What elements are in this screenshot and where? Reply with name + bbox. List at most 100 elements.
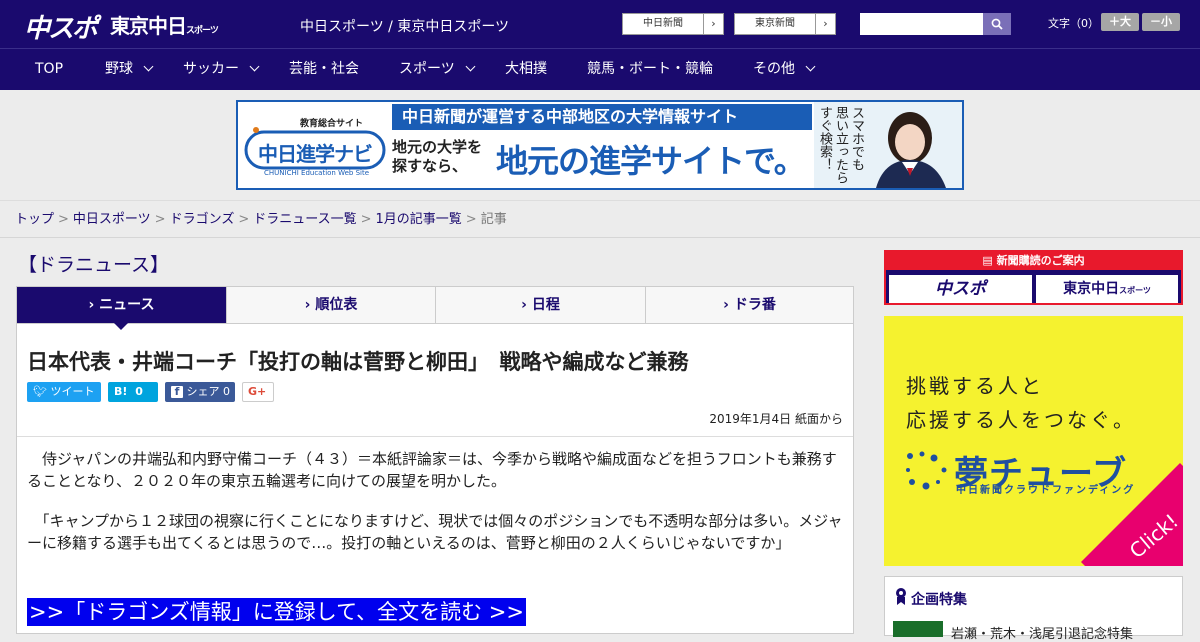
top-header: 中スポ 東京中日スポーツ 中日スポーツ / 東京中日スポーツ 中日新聞 › 東京… xyxy=(0,0,1200,48)
breadcrumb: トップ > 中日スポーツ > ドラゴンズ > ドラニュース一覧 >1月の記事一覧 > 記事 xyxy=(0,200,1200,238)
article-headline: 日本代表・井端コーチ「投打の軸は菅野と柳田」 戦略や編成など兼務 xyxy=(27,350,689,374)
chunichi-shimbun-link[interactable]: 中日新聞 › xyxy=(622,13,724,35)
breadcrumb-dora-news-list[interactable]: ドラニュース一覧 xyxy=(253,212,356,227)
tab-standings[interactable]: › 順位表 xyxy=(227,287,436,323)
banner-sub-2: 探すなら、 xyxy=(392,157,468,175)
nav-other-label: その他 xyxy=(753,61,795,77)
chevron-right-icon: › xyxy=(815,14,835,34)
breadcrumb-january-list[interactable]: 1月の記事一覧 xyxy=(376,212,462,227)
special-feature-item[interactable]: 岩瀬・荒木・浅尾引退記念特集 xyxy=(951,623,1133,642)
hatena-icon: B! xyxy=(114,385,128,398)
breadcrumb-current: 記事 xyxy=(480,212,507,227)
nav-racing[interactable]: 競馬・ボート・競輪 xyxy=(587,49,713,91)
banner-logo-main: 中日進学ナビ xyxy=(258,142,373,166)
section-title: 【ドラニュース】 xyxy=(18,254,170,276)
search-input[interactable] xyxy=(860,13,983,35)
shingaku-navi-logo: 教育総合サイト 中日進学ナビ CHUNICHI Education Web Si… xyxy=(242,108,388,184)
nav-soccer[interactable]: サッカー xyxy=(183,49,260,91)
breadcrumb-chuspo[interactable]: 中日スポーツ xyxy=(73,212,151,227)
facebook-share-label: シェア xyxy=(186,385,220,398)
tokyo-shimbun-label: 東京新聞 xyxy=(755,18,795,29)
nav-baseball[interactable]: 野球 xyxy=(105,49,154,91)
tab-schedule-label: 日程 xyxy=(531,297,560,313)
banner-main: 地元の進学サイトで。 xyxy=(496,142,806,180)
chevron-down-icon xyxy=(143,61,154,72)
tab-schedule[interactable]: › 日程 xyxy=(436,287,646,323)
site-names: 中日スポーツ / 東京中日スポーツ xyxy=(300,19,510,35)
ad-line-2: 応援する人をつなぐ。 xyxy=(906,408,1136,432)
nav-baseball-label: 野球 xyxy=(105,61,133,77)
ad-brand-sub: 中日新聞クラウドファンディング xyxy=(956,485,1136,496)
chevron-down-icon xyxy=(249,61,260,72)
subscription-box[interactable]: ▤ 新聞購読のご案内 中スポ 東京中日スポーツ xyxy=(884,250,1183,305)
section-tabs: › ニュース › 順位表 › 日程 › ドラ番 xyxy=(16,286,854,324)
breadcrumb-top[interactable]: トップ xyxy=(15,212,54,227)
nav-sumo-label: 大相撲 xyxy=(505,61,547,77)
nav-sumo[interactable]: 大相撲 xyxy=(505,49,547,91)
subscribe-chuspo-logo[interactable]: 中スポ xyxy=(889,275,1032,303)
tab-news-label: ニュース xyxy=(99,297,155,313)
search-button[interactable] xyxy=(983,13,1011,35)
special-feature-thumbnail[interactable] xyxy=(893,621,943,637)
google-plus-button[interactable]: G+ xyxy=(242,382,274,402)
hatena-bookmark-button[interactable]: B! 0 xyxy=(108,382,158,402)
nav-sports-label: スポーツ xyxy=(399,61,455,77)
shingaku-navi-banner[interactable]: 教育総合サイト 中日進学ナビ CHUNICHI Education Web Si… xyxy=(236,100,964,190)
search-icon xyxy=(991,18,1003,30)
facebook-share-count: 0 xyxy=(223,385,230,398)
nav-other[interactable]: その他 xyxy=(753,49,816,91)
special-feature-box: 企画特集 岩瀬・荒木・浅尾引退記念特集 xyxy=(884,576,1183,642)
subscription-header: ▤ 新聞購読のご案内 xyxy=(886,252,1181,270)
banner-sub-1: 地元の大学を xyxy=(392,138,483,156)
tab-standings-label: 順位表 xyxy=(315,297,358,313)
breadcrumb-dragons[interactable]: ドラゴンズ xyxy=(170,212,235,227)
read-full-article-link[interactable]: >>「ドラゴンズ情報」に登録して、全文を読む >> xyxy=(27,598,526,626)
font-smaller-button[interactable]: －小 xyxy=(1142,13,1180,31)
font-size-label: 文字（0） xyxy=(1048,17,1099,30)
tweet-button[interactable]: 🐦︎ ツイート xyxy=(27,382,101,402)
chunichi-shimbun-label: 中日新聞 xyxy=(643,18,683,29)
nav-top-label: TOP xyxy=(35,61,64,77)
nav-top[interactable]: TOP xyxy=(35,49,63,91)
nav-entertainment[interactable]: 芸能・社会 xyxy=(289,49,359,91)
breadcrumb-sep: > xyxy=(360,212,372,227)
font-larger-button[interactable]: ＋大 xyxy=(1101,13,1139,31)
chevron-right-icon: › xyxy=(703,14,723,34)
ad-line-1: 挑戦する人と xyxy=(906,374,1044,398)
subscribe-tokyo-chunichi-logo[interactable]: 東京中日スポーツ xyxy=(1036,275,1178,303)
facebook-icon: f xyxy=(171,386,183,398)
yume-tube-dots-icon xyxy=(906,451,947,490)
chevron-right-icon: › xyxy=(88,297,100,313)
banner-headline: 中日新聞が運営する中部地区の大学情報サイト xyxy=(392,104,812,130)
tokyo-chunichi-logo-small: スポーツ xyxy=(186,26,219,36)
facebook-share-button[interactable]: f シェア 0 xyxy=(165,382,235,402)
nav-soccer-label: サッカー xyxy=(183,61,239,77)
article-date: 2019年1月4日 紙面から xyxy=(709,412,843,426)
article-paragraph-1: 侍ジャパンの井端弘和内野守備コーチ（４３）＝本紙評論家＝は、今季から戦略や編成面… xyxy=(27,450,837,490)
article: 日本代表・井端コーチ「投打の軸は菅野と柳田」 戦略や編成など兼務 🐦︎ ツイート… xyxy=(16,324,854,634)
chevron-right-icon: › xyxy=(723,297,734,313)
nav-entertainment-label: 芸能・社会 xyxy=(289,61,359,77)
twitter-icon: 🐦︎ xyxy=(33,385,47,398)
active-tab-pointer xyxy=(114,323,128,330)
chevron-down-icon xyxy=(465,61,476,72)
subscribe-tokyo-chunichi-label: 東京中日 xyxy=(1063,281,1120,297)
tokyo-chunichi-logo[interactable]: 東京中日スポーツ xyxy=(110,10,219,39)
tab-news[interactable]: › ニュース xyxy=(17,287,227,323)
chuspo-logo[interactable]: 中スポ xyxy=(24,8,98,45)
banner-vertical-text: スマホでも 思い立ったら すぐ検索！ xyxy=(817,106,864,184)
article-divider xyxy=(17,436,853,437)
tokyo-shimbun-link[interactable]: 東京新聞 › xyxy=(734,13,836,35)
breadcrumb-sep: > xyxy=(154,212,166,227)
yume-tube-ad[interactable]: 挑戦する人と 応援する人をつなぐ。 夢チューブ 中日新聞クラウドファンディング … xyxy=(884,316,1183,566)
tweet-label: ツイート xyxy=(50,385,95,398)
banner-sub: 地元の大学を 探すなら、 xyxy=(392,138,482,176)
tab-doraban[interactable]: › ドラ番 xyxy=(646,287,853,323)
nav-sports[interactable]: スポーツ xyxy=(399,49,476,91)
chevron-down-icon xyxy=(805,61,816,72)
breadcrumb-sep: > xyxy=(238,212,250,227)
ribbon-icon xyxy=(896,588,906,605)
chevron-right-icon: › xyxy=(521,297,532,313)
hatena-count: 0 xyxy=(135,385,143,398)
special-feature-title: 企画特集 xyxy=(911,592,967,608)
